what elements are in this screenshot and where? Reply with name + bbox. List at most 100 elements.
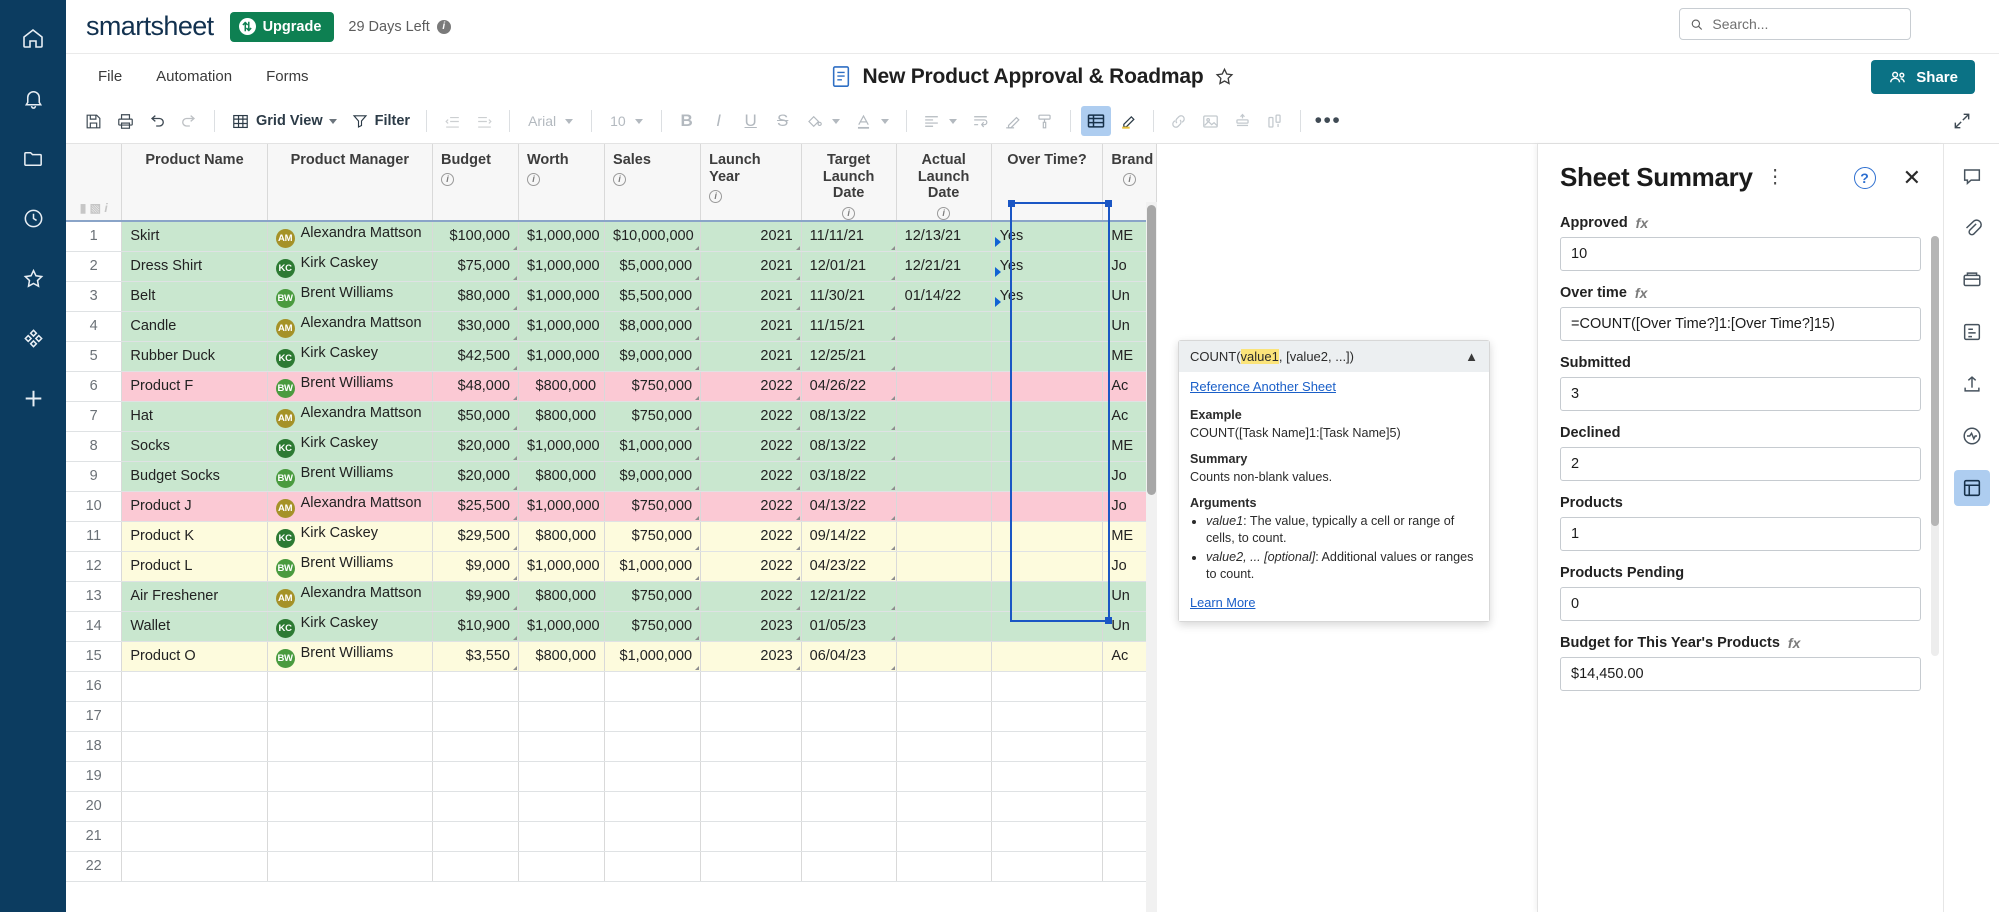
cell-actual-launch-date[interactable]: 01/14/22	[896, 281, 992, 312]
summary-field-value[interactable]: 2	[1560, 447, 1921, 481]
row-number-cell[interactable]: 10	[66, 491, 123, 522]
cell-budget[interactable]: $42,500	[432, 341, 520, 372]
cell-launch-year[interactable]: 2023	[700, 611, 802, 642]
cell-worth[interactable]	[518, 821, 606, 852]
row-number-cell[interactable]: 14	[66, 611, 123, 642]
create-new-plus-icon[interactable]	[13, 378, 53, 418]
formula-fx-icon[interactable]: fx	[1635, 285, 1647, 301]
cell-worth[interactable]: $1,000,000	[518, 311, 606, 342]
sheet-summary-icon[interactable]	[1953, 470, 1990, 506]
cell-target-launch-date[interactable]	[801, 851, 897, 882]
cell-launch-year[interactable]: 2021	[700, 311, 802, 342]
redo-icon[interactable]	[174, 106, 204, 136]
cell-product-manager[interactable]: BW Brent Williams	[267, 641, 433, 672]
cell-product-manager[interactable]	[267, 851, 433, 882]
cell-launch-year[interactable]: 2023	[700, 641, 802, 672]
cell-product-manager[interactable]: BW Brent Williams	[267, 371, 433, 402]
cell-product-name[interactable]	[121, 731, 268, 762]
cell-product-name[interactable]: Product K	[121, 521, 268, 552]
cell-actual-launch-date[interactable]	[896, 461, 992, 492]
cell-product-manager[interactable]: BW Brent Williams	[267, 461, 433, 492]
cell-over-time[interactable]	[991, 671, 1104, 702]
cell-worth[interactable]	[518, 761, 606, 792]
font-color-icon[interactable]	[849, 106, 879, 136]
link-icon[interactable]	[1164, 106, 1194, 136]
cell-product-name[interactable]	[121, 821, 268, 852]
cell-launch-year[interactable]: 2022	[700, 551, 802, 582]
cell-launch-year[interactable]: 2022	[700, 431, 802, 462]
cell-target-launch-date[interactable]: 01/05/23	[801, 611, 897, 642]
cell-launch-year[interactable]: 2021	[700, 221, 802, 252]
cell-product-manager[interactable]	[267, 701, 433, 732]
cell-over-time[interactable]	[991, 341, 1104, 372]
cell-sales[interactable]: $750,000	[604, 521, 702, 552]
info-icon[interactable]: i	[527, 172, 540, 186]
cell-target-launch-date[interactable]: 04/13/22	[801, 491, 897, 522]
cell-launch-year[interactable]	[700, 851, 802, 882]
info-icon[interactable]: i	[436, 19, 451, 34]
cell-target-launch-date[interactable]: 08/13/22	[801, 401, 897, 432]
column-chart-icon[interactable]	[1260, 106, 1290, 136]
menu-item-file[interactable]: File	[84, 62, 136, 91]
card-view-icon[interactable]	[1080, 106, 1111, 136]
cell-worth[interactable]	[518, 671, 606, 702]
cell-target-launch-date[interactable]	[801, 761, 897, 792]
cell-product-name[interactable]: Skirt	[121, 221, 268, 252]
cell-actual-launch-date[interactable]	[896, 731, 992, 762]
row-number-cell[interactable]: 3	[66, 281, 123, 312]
help-icon[interactable]: ?	[1853, 166, 1876, 189]
browse-folder-icon[interactable]	[13, 138, 53, 178]
cell-budget[interactable]: $48,000	[432, 371, 520, 402]
cell-launch-year[interactable]: 2021	[700, 341, 802, 372]
upgrade-button[interactable]: ⇅ Upgrade	[229, 11, 335, 42]
column-header-target-launch-date[interactable]: Target Launch Date i	[801, 144, 897, 223]
cell-product-name[interactable]: Rubber Duck	[121, 341, 268, 372]
cell-budget[interactable]: $9,000	[432, 551, 520, 582]
table-row[interactable]: 10 Product J AM Alexandra Mattson $25,500 $1,…	[66, 491, 1157, 522]
cell-over-time[interactable]	[991, 311, 1104, 342]
cell-target-launch-date[interactable]: 04/26/22	[801, 371, 897, 402]
cell-worth[interactable]: $1,000,000	[518, 551, 606, 582]
clear-format-icon[interactable]	[998, 106, 1028, 136]
cell-launch-year[interactable]: 2022	[700, 371, 802, 402]
table-row[interactable]: 16	[66, 671, 1157, 702]
cell-product-manager[interactable]: AM Alexandra Mattson	[267, 311, 433, 342]
cell-over-time[interactable]	[991, 371, 1104, 402]
cell-worth[interactable]: $800,000	[518, 521, 606, 552]
row-number-cell[interactable]: 17	[66, 701, 123, 732]
column-header-actual-launch-date[interactable]: Actual Launch Date i	[896, 144, 992, 223]
cell-budget[interactable]: $3,550	[432, 641, 520, 672]
cell-product-manager[interactable]: AM Alexandra Mattson	[267, 491, 433, 522]
table-row[interactable]: 13 Air Freshener AM Alexandra Mattson $9,900…	[66, 581, 1157, 612]
info-icon[interactable]: i	[842, 206, 856, 220]
scrollbar-thumb[interactable]	[1931, 236, 1939, 526]
cell-over-time[interactable]: Yes	[991, 281, 1104, 312]
cell-actual-launch-date[interactable]	[896, 491, 992, 522]
cell-product-manager[interactable]	[267, 791, 433, 822]
info-icon[interactable]: i	[1123, 172, 1137, 186]
cell-product-manager[interactable]: AM Alexandra Mattson	[267, 401, 433, 432]
share-button[interactable]: Share	[1871, 60, 1975, 94]
menu-item-automation[interactable]: Automation	[142, 62, 246, 91]
cell-target-launch-date[interactable]: 11/30/21	[801, 281, 897, 312]
cell-actual-launch-date[interactable]	[896, 371, 992, 402]
table-row[interactable]: 15 Product O BW Brent Williams $3,550 $800,00…	[66, 641, 1157, 672]
cell-over-time[interactable]	[991, 401, 1104, 432]
row-number-cell[interactable]: 1	[66, 221, 123, 252]
cell-actual-launch-date[interactable]	[896, 521, 992, 552]
cell-actual-launch-date[interactable]	[896, 701, 992, 732]
cell-actual-launch-date[interactable]: 12/13/21	[896, 221, 992, 252]
table-row[interactable]: 9 Budget Socks BW Brent Williams $20,000 $800…	[66, 461, 1157, 492]
cell-budget[interactable]: $50,000	[432, 401, 520, 432]
cell-product-name[interactable]	[121, 701, 268, 732]
undo-icon[interactable]	[142, 106, 172, 136]
cell-target-launch-date[interactable]: 09/14/22	[801, 521, 897, 552]
cell-product-name[interactable]	[121, 761, 268, 792]
cell-budget[interactable]	[432, 701, 520, 732]
cell-budget[interactable]	[432, 731, 520, 762]
cell-product-name[interactable]: Product J	[121, 491, 268, 522]
attachments-icon[interactable]	[1954, 210, 1990, 246]
cell-over-time[interactable]	[991, 491, 1104, 522]
cell-launch-year[interactable]	[700, 671, 802, 702]
cell-launch-year[interactable]: 2022	[700, 461, 802, 492]
